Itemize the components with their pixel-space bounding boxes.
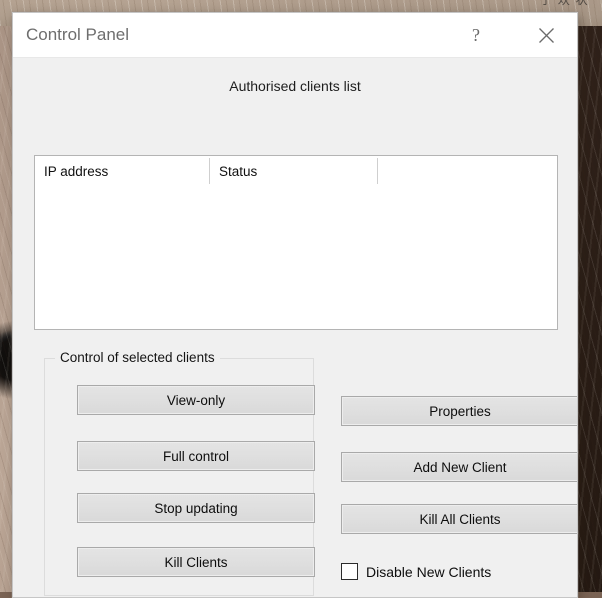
authorised-clients-list-caption: Authorised clients list	[229, 78, 361, 94]
title-bar[interactable]: Control Panel ?	[13, 13, 577, 58]
control-panel-dialog: Control Panel ? Authorised clients list …	[12, 12, 578, 598]
dialog-body: Authorised clients list IP address Statu…	[13, 58, 577, 597]
desktop-icon-labels: 宁 欢 状	[540, 0, 589, 7]
column-header-extra[interactable]	[378, 156, 557, 186]
stop-updating-button[interactable]: Stop updating	[77, 493, 315, 523]
listview-header-row: IP address Status	[35, 156, 557, 186]
group-legend: Control of selected clients	[55, 350, 220, 365]
help-icon[interactable]: ?	[453, 13, 499, 57]
kill-clients-button[interactable]: Kill Clients	[77, 547, 315, 577]
disable-new-clients-checkbox-row[interactable]: Disable New Clients	[341, 563, 491, 580]
control-of-selected-clients-group: Control of selected clients View-only Fu…	[44, 350, 315, 596]
add-new-client-button[interactable]: Add New Client	[341, 452, 577, 482]
window-title: Control Panel	[26, 25, 130, 44]
listview-rows-empty[interactable]	[35, 186, 557, 329]
view-only-button[interactable]: View-only	[77, 385, 315, 415]
kill-all-clients-button[interactable]: Kill All Clients	[341, 504, 577, 534]
properties-button[interactable]: Properties	[341, 396, 577, 426]
column-header-ip-address[interactable]: IP address	[35, 156, 210, 186]
disable-new-clients-label: Disable New Clients	[366, 563, 492, 580]
column-header-status[interactable]: Status	[210, 156, 378, 186]
disable-new-clients-checkbox[interactable]	[341, 563, 358, 580]
close-icon[interactable]	[523, 13, 569, 57]
authorised-clients-listview[interactable]: IP address Status	[34, 155, 558, 330]
full-control-button[interactable]: Full control	[77, 441, 315, 471]
